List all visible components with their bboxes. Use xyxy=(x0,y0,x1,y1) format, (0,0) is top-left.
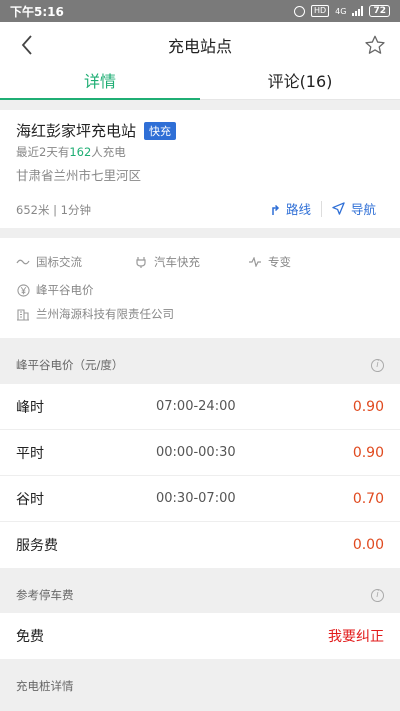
station-address: 甘肃省兰州市七里河区 xyxy=(16,168,142,183)
price-row-valley: 谷时 00:30-07:00 0.70 xyxy=(0,476,400,522)
price-label: 峰时 xyxy=(16,399,44,416)
page-title: 充电站点 xyxy=(167,37,232,56)
navigate-label: 导航 xyxy=(350,202,376,217)
battery-icon: 72 xyxy=(369,5,390,17)
route-icon xyxy=(272,204,280,215)
price-row-flat: 平时 00:00-00:30 0.90 xyxy=(0,430,400,476)
signal-icon xyxy=(352,6,364,16)
feature-label: 汽车快充 xyxy=(154,255,200,269)
price-section-header: 峰平谷电价（元/度） i xyxy=(0,346,400,384)
plug-icon xyxy=(16,255,30,269)
station-actions: 路线 导航 xyxy=(258,199,386,218)
nav-bar: 充电站点 xyxy=(0,22,400,68)
network-label: 4G xyxy=(335,6,347,16)
info-icon[interactable]: i xyxy=(371,358,384,372)
operator-row: 兰州海源科技有限责任公司 xyxy=(16,306,174,322)
price-section-title: 峰平谷电价（元/度） xyxy=(16,358,124,372)
price-label: 服务费 xyxy=(16,538,58,554)
feature-label: 国标交流 xyxy=(36,255,82,269)
station-name: 海红彭家坪充电站 xyxy=(16,122,137,140)
building-icon xyxy=(16,307,30,321)
yen-icon xyxy=(16,283,30,297)
hd-icon: HD xyxy=(310,5,330,17)
price-label: 平时 xyxy=(16,445,44,462)
correct-info-button[interactable]: 我要纠正 xyxy=(328,626,384,646)
price-row-peak: 峰时 07:00-24:00 0.90 xyxy=(0,384,400,430)
route-button[interactable]: 路线 xyxy=(258,199,321,218)
alarm-icon xyxy=(293,5,305,17)
status-icons: HD 4G 72 xyxy=(293,5,390,17)
price-value: 0.70 xyxy=(352,490,384,507)
pulse-icon xyxy=(248,255,262,269)
price-list: 峰时 07:00-24:00 0.90 平时 00:00-00:30 0.90 … xyxy=(0,384,400,568)
navigate-button[interactable]: 导航 xyxy=(322,199,386,218)
feature-label: 专变 xyxy=(268,255,291,269)
fast-charge-badge: 快充 xyxy=(144,121,177,140)
price-value: 0.00 xyxy=(352,537,384,553)
status-time: 下午5:16 xyxy=(10,4,64,19)
tab-details[interactable]: 详情 xyxy=(0,68,200,100)
price-label: 谷时 xyxy=(16,491,44,508)
charger-plug-icon xyxy=(134,255,148,269)
parking-row: 免费 我要纠正 xyxy=(0,613,400,659)
recent-usage: 最近2天有162人充电 xyxy=(16,144,126,160)
status-bar: 下午5:16 HD 4G 72 xyxy=(0,0,400,22)
recent-prefix: 最近2天有 xyxy=(16,145,70,159)
pile-section-title: 充电桩详情 xyxy=(16,679,74,693)
price-value: 0.90 xyxy=(352,444,384,461)
route-label: 路线 xyxy=(285,202,311,217)
price-type-label: 峰平谷电价 xyxy=(36,283,94,297)
price-value: 0.90 xyxy=(352,398,384,415)
tab-comments[interactable]: 评论(16) xyxy=(200,68,400,99)
recent-suffix: 人充电 xyxy=(91,145,126,159)
station-distance: 652米 | 1分钟 xyxy=(16,203,91,217)
price-row-service-fee: 服务费 0.00 xyxy=(0,522,400,568)
station-name-row: 海红彭家坪充电站 快充 xyxy=(16,120,177,141)
parking-section-header: 参考停车费 i xyxy=(0,576,400,614)
back-button[interactable] xyxy=(12,30,42,60)
operator-name: 兰州海源科技有限责任公司 xyxy=(36,307,174,321)
parking-fee: 免费 xyxy=(16,629,44,645)
parking-section-title: 参考停车费 xyxy=(16,588,74,602)
pile-section-header: 充电桩详情 xyxy=(0,667,400,705)
tab-bar: 详情 评论(16) xyxy=(0,68,400,100)
feature-national-ac: 国标交流 xyxy=(16,254,134,270)
price-time: 00:00-00:30 xyxy=(156,445,236,460)
price-time: 00:30-07:00 xyxy=(156,491,236,506)
feature-dedicated-transformer: 专变 xyxy=(248,254,291,270)
recent-count: 162 xyxy=(69,145,92,159)
favorite-button[interactable] xyxy=(360,30,390,60)
station-features-card: 国标交流 汽车快充 专变 峰平谷电价 兰州海源科技有限责任公司 xyxy=(0,238,400,338)
feature-fast-charge: 汽车快充 xyxy=(134,254,248,270)
station-info-card: 海红彭家坪充电站 快充 最近2天有162人充电 甘肃省兰州市七里河区 652米 … xyxy=(0,110,400,228)
info-icon[interactable]: i xyxy=(371,588,384,602)
star-icon xyxy=(365,35,385,54)
features-row: 国标交流 汽车快充 专变 xyxy=(16,254,291,270)
chevron-left-icon xyxy=(21,35,32,55)
price-time: 07:00-24:00 xyxy=(156,399,236,414)
price-type-row: 峰平谷电价 xyxy=(16,282,94,298)
navigation-arrow-icon xyxy=(332,202,345,215)
